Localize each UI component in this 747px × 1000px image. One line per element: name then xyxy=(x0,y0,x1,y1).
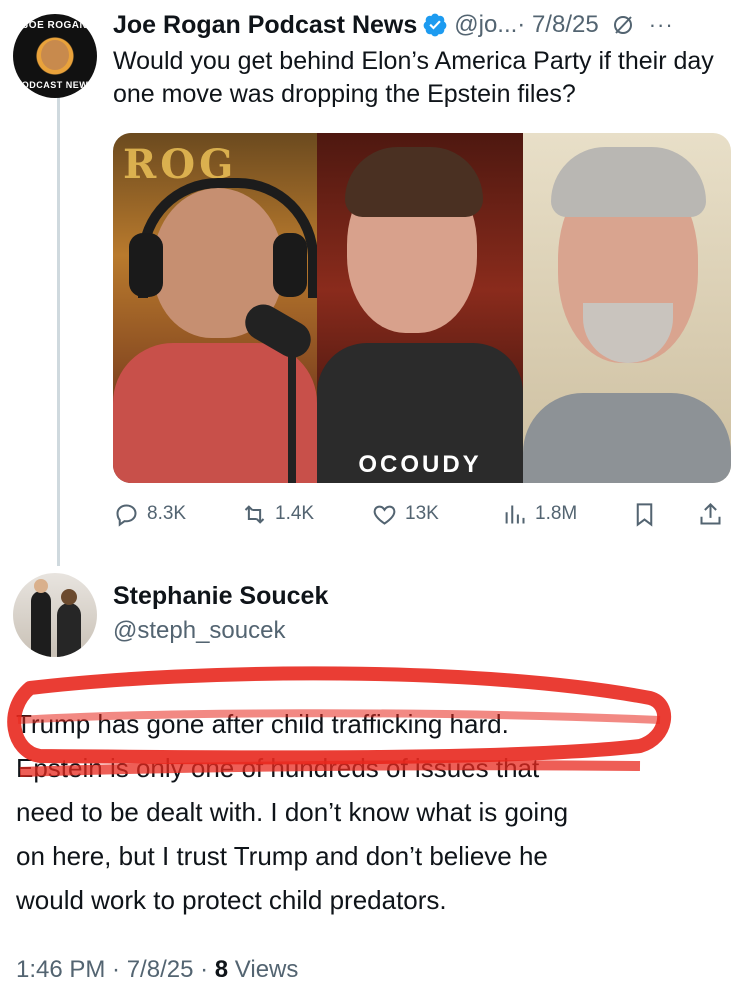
avatar-text-top: JOE ROGAN xyxy=(22,20,88,31)
joe-rogan-podcast-news-avatar[interactable]: JOE ROGAN PODCAST NEWS xyxy=(13,14,97,98)
reply-line: need to be dealt with. I don’t know what… xyxy=(16,797,569,827)
shirt-text: OCOUDY xyxy=(358,451,482,478)
reply-button[interactable]: 8.3K xyxy=(113,496,186,532)
avatar-text-bottom: PODCAST NEWS xyxy=(15,80,95,90)
author-handle[interactable]: @jo... xyxy=(454,11,517,39)
bookmark-icon xyxy=(636,502,653,527)
reply-count: 8.3K xyxy=(147,503,187,524)
thread-line xyxy=(57,88,60,566)
repost-icon xyxy=(244,504,265,524)
avatar-face xyxy=(41,40,69,70)
media-panel-epstein xyxy=(523,133,731,483)
reply-meta: 1:46 PM · 7/8/25 · 8 Views xyxy=(16,956,298,984)
tweet-action-bar: 8.3K 1.4K 13K 1.8M xyxy=(113,496,731,532)
share-icon xyxy=(700,502,721,525)
stephanie-soucek-avatar[interactable] xyxy=(13,573,97,657)
tweet-date[interactable]: · 7/8/25 xyxy=(517,11,598,39)
views-button[interactable]: 1.8M xyxy=(501,496,577,532)
reply-icon xyxy=(116,503,137,527)
parent-tweet-header: Joe Rogan Podcast News @jo... · 7/8/25 ·… xyxy=(113,8,674,42)
share-button[interactable] xyxy=(697,496,731,532)
tweet-media-image[interactable]: ROG OCOUDY xyxy=(113,133,731,483)
reply-author-name[interactable]: Stephanie Soucek xyxy=(113,582,328,611)
reply-text: Trump has gone after child trafficking h… xyxy=(16,702,731,922)
parent-tweet-text: Would you get behind Elon’s America Part… xyxy=(113,47,714,108)
reply-line: Trump has gone after child trafficking h… xyxy=(16,709,509,739)
repost-count: 1.4K xyxy=(275,503,315,524)
views-count: 1.8M xyxy=(535,503,578,524)
like-count: 13K xyxy=(405,503,439,524)
like-button[interactable]: 13K xyxy=(371,496,439,532)
repost-button[interactable]: 1.4K xyxy=(241,496,314,532)
reply-line: would work to protect child predators. xyxy=(16,885,447,915)
verified-badge-icon xyxy=(423,13,447,37)
more-icon[interactable]: ··· xyxy=(649,12,674,38)
reply-view-count: 8 xyxy=(214,956,229,983)
reply-line: on here, but I trust Trump and don’t bel… xyxy=(16,841,548,871)
grok-icon[interactable] xyxy=(611,13,635,37)
like-icon xyxy=(373,505,396,525)
author-name[interactable]: Joe Rogan Podcast News xyxy=(113,11,417,40)
views-icon xyxy=(505,505,525,523)
reply-author-handle[interactable]: @steph_soucek xyxy=(113,617,285,645)
media-panel-musk: OCOUDY xyxy=(317,133,523,483)
bookmark-button[interactable] xyxy=(631,496,665,532)
reply-views-label: Views xyxy=(234,956,299,983)
reply-line: Epstein is only one of hundreds of issue… xyxy=(16,753,540,783)
media-panel-rogan: ROG xyxy=(113,133,317,483)
reply-timestamp[interactable]: 1:46 PM · 7/8/25 · xyxy=(16,956,208,983)
